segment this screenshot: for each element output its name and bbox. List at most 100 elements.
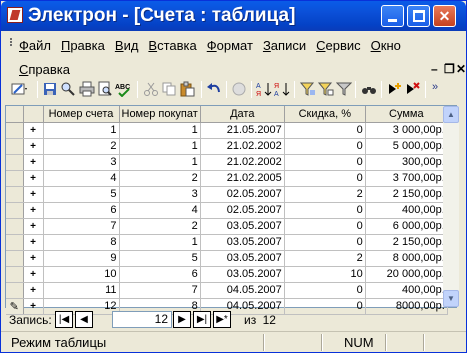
sort-descending-icon[interactable]: ЯA [274,81,290,97]
table-row[interactable]: +1 1 21.05.2007 0 3 000,00р. [6,122,448,139]
scroll-down-icon[interactable]: ▼ [443,290,459,307]
table-row[interactable]: +3 1 21.02.2002 0 300,00р. [6,154,448,171]
table-cell[interactable]: 2 [119,218,201,235]
column-header[interactable]: Скидка, % [284,106,366,123]
menu-records[interactable]: Записи [263,38,306,53]
row-selector[interactable] [6,282,24,299]
cut-icon[interactable] [143,81,159,97]
copy-icon[interactable] [161,81,177,97]
table-cell[interactable]: 0 [284,218,366,235]
access-app-icon[interactable] [7,7,23,23]
menu-grip-icon[interactable] [7,37,17,49]
table-cell[interactable]: 2 [119,170,201,187]
table-cell[interactable]: 1 [43,122,120,139]
table-cell[interactable]: 3 700,00р. [365,170,448,187]
doc-minimize-icon[interactable]: – [431,62,438,76]
table-cell[interactable]: 1 [119,154,201,171]
table-cell[interactable]: 03.05.2007 [200,250,285,267]
expand-subdatasheet-icon[interactable]: + [23,154,44,171]
row-selector[interactable] [6,186,24,203]
paste-icon[interactable] [179,81,195,97]
table-cell[interactable]: 10 [43,266,120,283]
expand-subdatasheet-icon[interactable]: + [23,266,44,283]
table-cell[interactable]: 300,00р. [365,154,448,171]
minimize-button[interactable] [381,5,404,27]
table-row[interactable]: +6 4 02.05.2007 0 400,00р. [6,202,448,219]
table-cell[interactable]: 03.05.2007 [200,266,285,283]
apply-filter-icon[interactable] [336,81,352,97]
menu-window[interactable]: Окно [371,38,401,53]
row-selector[interactable] [6,202,24,219]
menu-insert[interactable]: Вставка [148,38,196,53]
table-cell[interactable]: 8 [43,234,120,251]
table-row[interactable]: +8 1 03.05.2007 0 2 150,00р. [6,234,448,251]
row-selector[interactable] [6,154,24,171]
expand-subdatasheet-icon[interactable]: + [23,202,44,219]
table-cell[interactable]: 400,00р. [365,202,448,219]
table-cell[interactable]: 1 [119,234,201,251]
menu-tools[interactable]: Сервис [316,38,361,53]
table-cell[interactable]: 6 [119,266,201,283]
table-cell[interactable]: 4 [119,202,201,219]
table-row[interactable]: +10 6 03.05.2007 10 20 000,00р. [6,266,448,283]
row-selector[interactable] [6,122,24,139]
undo-icon[interactable] [206,81,222,97]
table-cell[interactable]: 1 [119,138,201,155]
toolbar-options-icon[interactable]: » [432,81,438,93]
table-cell[interactable]: 11 [43,282,120,299]
table-cell[interactable]: 21.02.2002 [200,154,285,171]
table-cell[interactable]: 5 [43,186,120,203]
menu-edit[interactable]: Правка [61,38,105,53]
previous-record-icon[interactable]: ◀ [75,311,93,328]
print-preview-icon[interactable] [97,81,113,97]
table-cell[interactable]: 3 [119,186,201,203]
expand-subdatasheet-icon[interactable]: + [23,282,44,299]
table-cell[interactable]: 02.05.2007 [200,202,285,219]
title-bar[interactable]: Электрон - [Счета : таблица] ✕ [1,1,466,31]
table-cell[interactable]: 7 [43,218,120,235]
expand-subdatasheet-icon[interactable]: + [23,122,44,139]
close-button[interactable]: ✕ [433,5,456,27]
expand-subdatasheet-icon[interactable]: + [23,138,44,155]
expand-subdatasheet-icon[interactable]: + [23,170,44,187]
row-selector[interactable] [6,170,24,187]
table-cell[interactable]: 7 [119,282,201,299]
expand-subdatasheet-icon[interactable]: + [23,234,44,251]
row-selector[interactable] [6,234,24,251]
new-record-icon[interactable] [386,81,402,97]
row-selector[interactable] [6,218,24,235]
table-cell[interactable]: 0 [284,282,366,299]
first-record-icon[interactable]: |◀ [55,311,73,328]
table-cell[interactable]: 04.05.2007 [200,282,285,299]
select-all-cell[interactable] [6,106,24,123]
new-record-nav-icon[interactable]: ▶* [213,311,231,328]
table-cell[interactable]: 6 [43,202,120,219]
table-cell[interactable]: 03.05.2007 [200,218,285,235]
table-cell[interactable]: 10 [284,266,366,283]
last-record-icon[interactable]: ▶| [193,311,211,328]
table-cell[interactable]: 02.05.2007 [200,186,285,203]
menu-view[interactable]: Вид [115,38,139,53]
table-cell[interactable]: 21.02.2005 [200,170,285,187]
table-cell[interactable]: 5 [119,250,201,267]
table-cell[interactable]: 2 [43,138,120,155]
menu-file[interactable]: Файл [19,38,51,53]
table-cell[interactable]: 03.05.2007 [200,234,285,251]
column-header[interactable]: Дата [200,106,285,123]
delete-record-icon[interactable] [404,81,420,97]
save-icon[interactable] [42,81,58,97]
filter-by-form-icon[interactable] [318,81,334,97]
table-cell[interactable]: 4 [43,170,120,187]
table-cell[interactable]: 2 150,00р. [365,234,448,251]
current-record-field[interactable]: 12 [112,311,172,328]
table-row[interactable]: +11 7 04.05.2007 0 400,00р. [6,282,448,299]
find-icon[interactable] [361,81,377,97]
row-selector[interactable] [6,266,24,283]
table-cell[interactable]: 9 [43,250,120,267]
table-cell[interactable]: 0 [284,202,366,219]
menu-help[interactable]: Справка [19,62,70,77]
column-header[interactable]: Номер покупат [119,106,201,123]
table-row[interactable]: +4 2 21.02.2005 0 3 700,00р. [6,170,448,187]
expand-subdatasheet-icon[interactable]: + [23,186,44,203]
table-cell[interactable]: 5 000,00р. [365,138,448,155]
